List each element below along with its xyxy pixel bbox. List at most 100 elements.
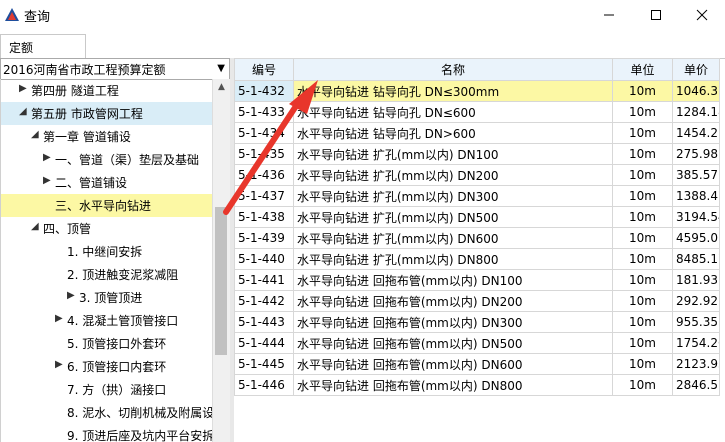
cell-price: 385.57 [672,164,720,186]
cell-price: 1454.2 [672,122,720,144]
cell-unit: 10m [612,101,673,123]
scroll-up-icon[interactable]: ▲ [213,79,230,96]
cell-unit: 10m [612,227,673,249]
collapsed-arrow-icon[interactable]: ▶ [43,152,51,163]
tree-item[interactable]: ▶ 一、管道（渠）垫层及基础 [1,148,213,171]
cell-unit: 10m [612,353,673,375]
cell-code: 5-1-441 [234,269,294,291]
expanded-arrow-icon[interactable]: ◢ [31,129,39,140]
cell-price: 2846.51 [672,374,720,396]
tree-item[interactable]: 7. 方（拱）涵接口 [1,378,213,401]
column-header-price[interactable]: 单价 [672,58,720,81]
tree-item[interactable]: ▶ 3. 顶管顶进 [1,286,213,309]
cell-unit: 10m [612,248,673,270]
cell-price: 3194.54 [672,206,720,228]
column-header-unit[interactable]: 单位 [612,58,673,81]
cell-code: 5-1-444 [234,332,294,354]
tree-item-label: 3. 顶管顶进 [79,291,143,305]
cell-name: 水平导向钻进 扩孔(mm以内) DN500 [293,206,613,228]
tree-item[interactable]: ▶ 二、管道铺设 [1,171,213,194]
maximize-icon [651,10,661,20]
table-row[interactable]: 5-1-439水平导向钻进 扩孔(mm以内) DN60010m4595.01 [234,227,720,249]
tree-item[interactable]: ◢ 第一章 管道铺设 [1,125,213,148]
cell-price: 1388.47 [672,185,720,207]
table-row[interactable]: 5-1-440水平导向钻进 扩孔(mm以内) DN80010m8485.17 [234,248,720,270]
table-row[interactable]: 5-1-433水平导向钻进 钻导向孔 DN≤60010m1284.18 [234,101,720,123]
tree-item[interactable]: 5. 顶管接口外套环 [1,332,213,355]
cell-name: 水平导向钻进 扩孔(mm以内) DN100 [293,143,613,165]
scrollbar-thumb[interactable] [215,207,227,355]
table-row[interactable]: 5-1-443 水平导向钻进 回拖布管(mm以内) DN300 10m 955.35 [234,311,720,333]
tree-item-label: 一、管道（渠）垫层及基础 [55,153,200,167]
table-row[interactable]: 5-1-445水平导向钻进 回拖布管(mm以内) DN60010m2123.93 [234,353,720,375]
table-row[interactable]: 5-1-437水平导向钻进 扩孔(mm以内) DN30010m1388.47 [234,185,720,207]
tree-item-label: 二、管道铺设 [55,176,128,190]
tree-item-label: 8. 泥水、切削机械及附属设 [67,406,213,420]
tree-item[interactable]: 2. 顶进触变泥浆减阻 [1,263,213,286]
table-row[interactable]: 5-1-446水平导向钻进 回拖布管(mm以内) DN80010m2846.51 [234,374,720,396]
table-row[interactable]: 5-1-436 水平导向钻进 扩孔(mm以内) DN200 10m 385.57 [234,164,720,186]
cell-unit: 10m [612,311,673,333]
quota-library-value: 2016河南省市政工程预算定额 [3,63,166,77]
table-row[interactable]: 5-1-442 水平导向钻进 回拖布管(mm以内) DN200 10m 292.92 [234,290,720,312]
column-header-code[interactable]: 编号 [234,58,294,81]
tree-item-label: 第四册 隧道工程 [31,84,119,98]
tree-item-label: 4. 混凝土管顶管接口 [67,314,179,328]
expanded-arrow-icon[interactable]: ◢ [31,221,39,232]
collapsed-arrow-icon[interactable]: ▶ [43,175,51,186]
cell-unit: 10m [612,206,673,228]
expanded-arrow-icon[interactable]: ◢ [19,106,27,117]
cell-unit: 10m [612,290,673,312]
cell-code: 5-1-434 [234,122,294,144]
quota-grid: 编号 名称 单位 单价 5-1-432 水平导向钻进 钻导向孔 DN≤300mm 1… [234,58,720,442]
cell-price: 955.35 [672,311,720,333]
cell-unit: 10m [612,332,673,354]
cell-unit: 10m [612,269,673,291]
tab-quota[interactable]: 定额 [0,34,86,59]
table-row[interactable]: 5-1-435 水平导向钻进 扩孔(mm以内) DN100 10m 275.98 [234,143,720,165]
cell-price: 275.98 [672,143,720,165]
tree-item[interactable]: 9. 顶进后座及坑内平台安拆 [1,424,213,442]
cell-code: 5-1-437 [234,185,294,207]
cell-unit: 10m [612,374,673,396]
table-row[interactable]: 5-1-441 水平导向钻进 回拖布管(mm以内) DN100 10m 181.93 [234,269,720,291]
tree-item-label: 5. 顶管接口外套环 [67,337,167,351]
cell-code: 5-1-438 [234,206,294,228]
collapsed-arrow-icon[interactable]: ▶ [67,290,75,301]
maximize-button[interactable] [633,0,679,30]
tree-item[interactable]: ◢ 第五册 市政管网工程 [1,102,213,125]
table-row[interactable]: 5-1-432水平导向钻进 钻导向孔 DN≤300mm10m1046.37 [234,80,720,102]
tree-item[interactable]: 8. 泥水、切削机械及附属设 [1,401,213,424]
cell-price: 181.93 [672,269,720,291]
tree-item[interactable]: ◢ 四、顶管 [1,217,213,240]
tree-item[interactable]: 1. 中继间安拆 [1,240,213,263]
cell-name: 水平导向钻进 扩孔(mm以内) DN200 [293,164,613,186]
collapsed-arrow-icon[interactable]: ▶ [19,83,27,94]
quota-library-select[interactable]: 2016河南省市政工程预算定额 ▼ [0,58,230,80]
collapsed-arrow-icon[interactable]: ▶ [55,359,63,370]
tree-item-label: 第一章 管道铺设 [43,130,131,144]
tree-item[interactable]: ▶ 6. 顶管接口内套环 [1,355,213,378]
collapsed-arrow-icon[interactable]: ▶ [55,313,63,324]
column-header-name[interactable]: 名称 [293,58,613,81]
cell-name: 水平导向钻进 回拖布管(mm以内) DN500 [293,332,613,354]
cell-code: 5-1-432 [234,80,294,102]
cell-name: 水平导向钻进 回拖布管(mm以内) DN200 [293,290,613,312]
minimize-button[interactable] [586,0,632,30]
minimize-icon [604,14,614,16]
tree-item[interactable]: ▶ 第四册 隧道工程 [1,79,213,102]
table-row[interactable]: 5-1-444水平导向钻进 回拖布管(mm以内) DN50010m1754.26 [234,332,720,354]
table-row[interactable]: 5-1-434 水平导向钻进 钻导向孔 DN>600 10m 1454.2 [234,122,720,144]
tree-item-label: 三、水平导向钻进 [55,199,152,213]
tree-item-label: 四、顶管 [43,222,92,236]
tree-item-label: 2. 顶进触变泥浆减阻 [67,268,179,282]
cell-name: 水平导向钻进 钻导向孔 DN>600 [293,122,613,144]
close-button[interactable] [679,0,725,30]
tree-item-label: 1. 中继间安拆 [67,245,143,259]
tree-item[interactable]: 三、水平导向钻进 [1,194,213,217]
tree-scrollbar[interactable]: ▲ [212,79,230,442]
tree-item[interactable]: ▶ 4. 混凝土管顶管接口 [1,309,213,332]
table-row[interactable]: 5-1-438水平导向钻进 扩孔(mm以内) DN50010m3194.54 [234,206,720,228]
cell-code: 5-1-435 [234,143,294,165]
cell-price: 292.92 [672,290,720,312]
